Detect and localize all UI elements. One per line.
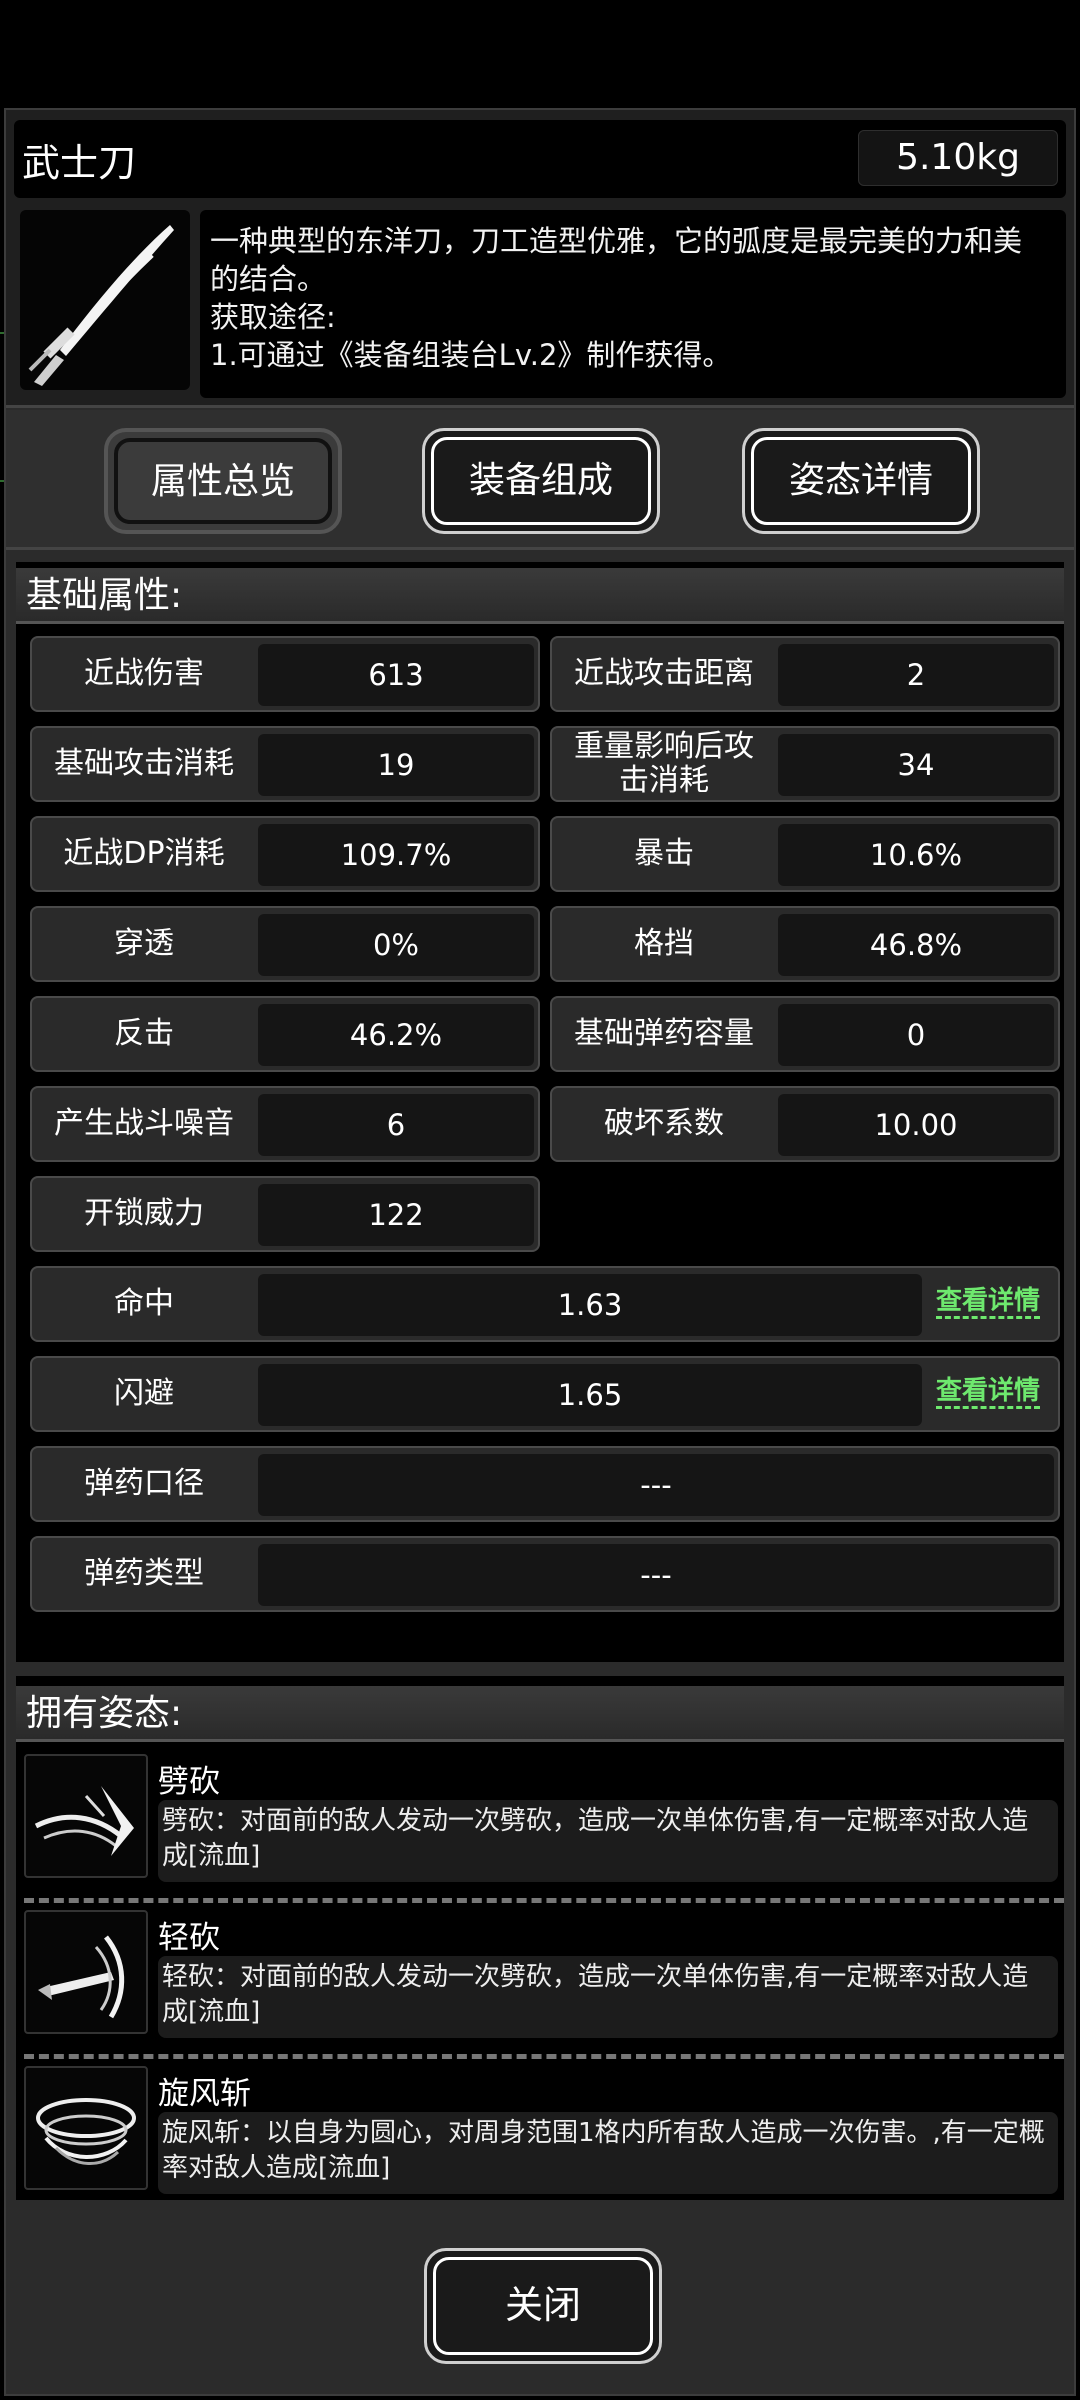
- description-line: 的结合。: [210, 262, 327, 296]
- item-detail-panel: 武士刀 5.10kg 一种典型的东洋刀，刀工造型优雅，它的弧度是最完美的力和美 …: [4, 108, 1076, 2396]
- attr-label: 近战DP消耗: [63, 836, 225, 871]
- item-name: 武士刀: [22, 141, 137, 185]
- attr-value: 613: [258, 644, 534, 706]
- attr-value: 2: [778, 644, 1054, 706]
- attr-evasion: 闪避 1.65 查看详情: [30, 1356, 1060, 1432]
- attr-value: 10.00: [778, 1094, 1054, 1156]
- attr-base-attack-cost: 基础攻击消耗 19: [30, 726, 540, 802]
- attr-label: 重量影响后攻击消耗: [574, 729, 754, 798]
- whirlwind-icon: [24, 2066, 148, 2190]
- attr-label: 基础弹药容量: [574, 1016, 754, 1051]
- attr-melee-range: 近战攻击距离 2: [550, 636, 1060, 712]
- attr-block: 格挡 46.8%: [550, 906, 1060, 982]
- attr-value: 34: [778, 734, 1054, 796]
- stance-item[interactable]: 劈砍 劈砍：对面前的敌人发动一次劈砍，造成一次单体伤害,有一定概率对敌人造成[流…: [24, 1754, 1064, 1892]
- attr-label: 穿透: [114, 926, 174, 961]
- attr-label: 基础攻击消耗: [54, 746, 234, 781]
- stance-description: 轻砍：对面前的敌人发动一次劈砍，造成一次单体伤害,有一定概率对敌人造成[流血]: [158, 1956, 1058, 2038]
- tab-stance-details[interactable]: 姿态详情: [742, 428, 980, 534]
- status-bar-area: [0, 0, 1080, 108]
- item-icon-frame: [20, 210, 190, 390]
- light-slash-icon: [24, 1910, 148, 2034]
- attr-label: 产生战斗噪音: [54, 1106, 234, 1141]
- attr-label: 弹药口径: [84, 1466, 204, 1501]
- stance-name: 轻砍: [158, 1920, 220, 1956]
- close-button[interactable]: 关闭: [424, 2248, 662, 2364]
- attr-value: 1.63: [258, 1274, 922, 1336]
- attr-value: 1.65: [258, 1364, 922, 1426]
- attr-base-ammo-capacity: 基础弹药容量 0: [550, 996, 1060, 1072]
- attr-value: 6: [258, 1094, 534, 1156]
- attr-melee-damage: 近战伤害 613: [30, 636, 540, 712]
- attribute-section-title: 基础属性:: [16, 568, 1064, 624]
- attr-ammo-caliber: 弹药口径 ---: [30, 1446, 1060, 1522]
- attr-label: 近战伤害: [84, 656, 204, 691]
- attr-value: 109.7%: [258, 824, 534, 886]
- attr-lockpick-power: 开锁威力 122: [30, 1176, 540, 1252]
- attr-ammo-type: 弹药类型 ---: [30, 1536, 1060, 1612]
- stance-name: 旋风斩: [158, 2076, 251, 2112]
- stance-section: 拥有姿态: 劈砍 劈砍：对面前的敌人发动一次劈砍，造成一次单体伤害,有一定概率对…: [16, 1676, 1064, 2200]
- description-line: 一种典型的东洋刀，刀工造型优雅，它的弧度是最完美的力和美: [210, 224, 1023, 258]
- item-description: 一种典型的东洋刀，刀工造型优雅，它的弧度是最完美的力和美 的结合。 获取途径: …: [200, 210, 1066, 398]
- attr-critical: 暴击 10.6%: [550, 816, 1060, 892]
- attr-label: 近战攻击距离: [574, 656, 754, 691]
- tab-attribute-overview[interactable]: 属性总览: [104, 428, 342, 534]
- attr-value: 10.6%: [778, 824, 1054, 886]
- attr-value: ---: [258, 1544, 1054, 1606]
- tab-bar: 属性总览 装备组成 姿态详情: [6, 410, 1074, 550]
- tab-equipment-composition[interactable]: 装备组成: [422, 428, 660, 534]
- attr-label: 格挡: [634, 926, 694, 961]
- attr-label: 命中: [114, 1286, 174, 1321]
- slash-icon: [24, 1754, 148, 1878]
- attr-value: 0%: [258, 914, 534, 976]
- item-weight: 5.10kg: [858, 130, 1058, 186]
- katana-icon: [28, 225, 174, 386]
- attr-label: 反击: [114, 1016, 174, 1051]
- attr-accuracy: 命中 1.63 查看详情: [30, 1266, 1060, 1342]
- attr-label: 暴击: [634, 836, 694, 871]
- description-line: 1.可通过《装备组装台Lv.2》制作获得。: [210, 338, 732, 372]
- attr-weighted-attack-cost: 重量影响后攻击消耗 34: [550, 726, 1060, 802]
- evasion-detail-link[interactable]: 查看详情: [936, 1376, 1041, 1409]
- attr-destruction-factor: 破坏系数 10.00: [550, 1086, 1060, 1162]
- attr-melee-dp-cost: 近战DP消耗 109.7%: [30, 816, 540, 892]
- attr-combat-noise: 产生战斗噪音 6: [30, 1086, 540, 1162]
- stance-description: 旋风斩：以自身为圆心，对周身范围1格内所有敌人造成一次伤害。,有一定概率对敌人造…: [158, 2112, 1058, 2194]
- attr-label: 破坏系数: [604, 1106, 724, 1141]
- item-header: 武士刀 5.10kg 一种典型的东洋刀，刀工造型优雅，它的弧度是最完美的力和美 …: [6, 110, 1074, 408]
- stance-name: 劈砍: [158, 1764, 220, 1800]
- stance-item[interactable]: 轻砍 轻砍：对面前的敌人发动一次劈砍，造成一次单体伤害,有一定概率对敌人造成[流…: [24, 1910, 1064, 2048]
- attr-value: 46.2%: [258, 1004, 534, 1066]
- attr-penetration: 穿透 0%: [30, 906, 540, 982]
- attr-label: 开锁威力: [84, 1196, 204, 1231]
- attr-value: 122: [258, 1184, 534, 1246]
- attr-label: 弹药类型: [84, 1556, 204, 1591]
- attr-counter: 反击 46.2%: [30, 996, 540, 1072]
- stance-item[interactable]: 旋风斩 旋风斩：以自身为圆心，对周身范围1格内所有敌人造成一次伤害。,有一定概率…: [24, 2066, 1064, 2204]
- attribute-section: 基础属性: 近战伤害 613 近战攻击距离 2 基础攻击消耗 19 重量影响后攻…: [16, 562, 1064, 1662]
- stance-description: 劈砍：对面前的敌人发动一次劈砍，造成一次单体伤害,有一定概率对敌人造成[流血]: [158, 1800, 1058, 1882]
- divider: [24, 2054, 1064, 2059]
- stance-section-title: 拥有姿态:: [16, 1686, 1064, 1742]
- attr-label: 闪避: [114, 1376, 174, 1411]
- attr-value: ---: [258, 1454, 1054, 1516]
- attr-value: 0: [778, 1004, 1054, 1066]
- description-line: 获取途径:: [210, 300, 336, 334]
- attr-value: 46.8%: [778, 914, 1054, 976]
- accuracy-detail-link[interactable]: 查看详情: [936, 1286, 1041, 1319]
- attr-value: 19: [258, 734, 534, 796]
- divider: [24, 1898, 1064, 1903]
